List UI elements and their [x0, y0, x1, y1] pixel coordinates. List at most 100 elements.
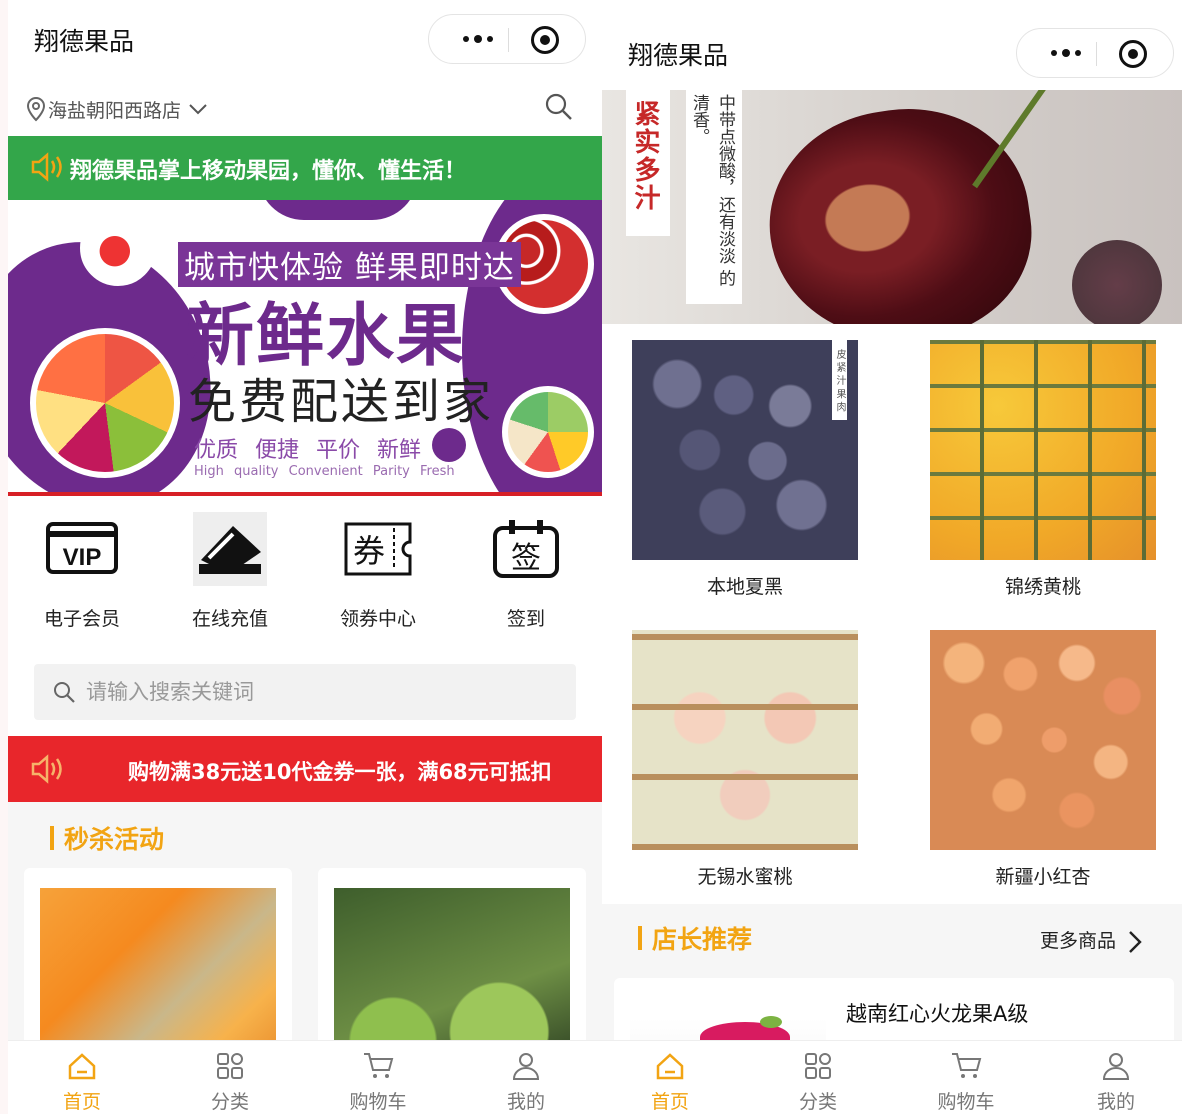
tab-home[interactable]: 首页	[620, 1049, 720, 1114]
shortcut-coupon[interactable]: 券 领券中心	[318, 512, 438, 631]
cherry-image	[755, 93, 1045, 324]
chevron-right-icon	[1129, 930, 1142, 953]
search-icon[interactable]	[544, 92, 574, 122]
home-icon	[620, 1049, 720, 1083]
credit-card-icon	[193, 512, 267, 586]
close-miniprogram-icon[interactable]	[531, 26, 559, 54]
app-title: 翔德果品	[628, 41, 729, 70]
category-icon	[768, 1049, 868, 1083]
section-title: 店长推荐	[637, 920, 752, 956]
promo-notice-text: 购物满38元送10代金券一张，满68元可抵扣	[128, 760, 552, 784]
yellow-peach-image	[930, 340, 1156, 560]
banner-line-4: 优质 便捷 平价 新鲜	[194, 438, 421, 463]
banner-line-3: 免费配送到家	[188, 374, 495, 430]
shortcut-label: 领券中心	[339, 608, 416, 630]
vip-card-icon: VIP	[45, 512, 119, 586]
product-name: 新疆小红杏	[995, 866, 1091, 888]
more-menu-icon[interactable]	[1037, 29, 1095, 77]
shortcut-label: 在线充值	[191, 608, 268, 630]
image-caption: 皮 紧 汁 果 肉	[832, 340, 847, 420]
search-input[interactable]	[86, 672, 546, 712]
nav-header: 翔德果品	[8, 0, 602, 86]
svg-text:VIP: VIP	[63, 544, 102, 571]
promo-banner[interactable]: 城市快体验 鲜果即时达 新鲜水果 免费配送到家 优质 便捷 平价 新鲜 High…	[8, 200, 602, 496]
product-card[interactable]: 无锡水蜜桃	[632, 630, 858, 889]
tab-cart[interactable]: 购物车	[328, 1049, 428, 1114]
promo-notice-bar: 购物满38元送10代金券一张，满68元可抵扣	[8, 736, 602, 802]
home-icon	[32, 1049, 132, 1083]
cart-icon	[328, 1049, 428, 1083]
speaker-icon	[31, 152, 62, 182]
store-location-bar[interactable]: 海盐朝阳西路店	[8, 86, 602, 136]
grape-image: 皮 紧 汁 果 肉	[632, 340, 858, 560]
left-screen: 翔德果品 海盐朝阳西路店 翔德果品掌上移动果园，懂你、懂生活！ 城市快体验 鲜果…	[8, 0, 602, 1114]
tab-me[interactable]: 我的	[476, 1049, 576, 1114]
user-icon	[476, 1049, 576, 1083]
announcement-text: 翔德果品掌上移动果园，懂你、懂生活！	[70, 159, 467, 184]
tab-label: 首页	[62, 1091, 101, 1113]
calendar-sign-icon: 签	[489, 512, 563, 586]
recommend-section-header: 店长推荐 更多商品	[602, 904, 1182, 974]
salad-image	[502, 386, 594, 478]
shortcut-grid: VIP 电子会员 在线充值 券 领券中心 签 签到	[8, 500, 602, 650]
close-miniprogram-icon[interactable]	[1119, 40, 1147, 68]
chevron-down-icon	[189, 104, 207, 115]
apricot-image	[930, 630, 1156, 850]
product-card[interactable]: 锦绣黄桃	[930, 340, 1156, 599]
tab-label: 首页	[650, 1091, 689, 1113]
tab-label: 购物车	[349, 1091, 407, 1113]
tab-bar: 首页 分类 购物车 我的	[8, 1040, 602, 1114]
shortcut-vip[interactable]: VIP 电子会员	[22, 512, 142, 631]
miniprogram-capsule	[428, 14, 586, 64]
shortcut-signin[interactable]: 签 签到	[466, 512, 586, 631]
tab-label: 分类	[210, 1091, 249, 1113]
product-name: 本地夏黑	[706, 576, 783, 598]
flash-sale-card[interactable]	[318, 868, 586, 1068]
store-name: 海盐朝阳西路店	[48, 100, 182, 122]
banner-caption-text: 中带点微酸，还有淡淡 的清香。	[686, 90, 742, 304]
flash-sale-card[interactable]	[24, 868, 292, 1068]
shortcut-label: 电子会员	[43, 608, 120, 630]
shortcut-recharge[interactable]: 在线充值	[170, 512, 290, 631]
apple-image	[80, 210, 156, 286]
banner-line-5: High quality Convenient Parity Fresh	[194, 464, 455, 479]
tab-category[interactable]: 分类	[768, 1049, 868, 1114]
tab-category[interactable]: 分类	[180, 1049, 280, 1114]
tab-home[interactable]: 首页	[32, 1049, 132, 1114]
speaker-icon	[31, 754, 62, 784]
tab-label: 我的	[1096, 1091, 1135, 1113]
tab-label: 分类	[798, 1091, 837, 1113]
svg-text:券: 券	[353, 532, 385, 570]
user-icon	[1066, 1049, 1166, 1083]
tab-bar: 首页 分类 购物车 我的	[602, 1040, 1182, 1114]
tab-me[interactable]: 我的	[1066, 1049, 1166, 1114]
miniprogram-capsule	[1016, 28, 1174, 78]
more-products-link[interactable]: 更多商品	[1040, 926, 1142, 954]
tab-label: 购物车	[937, 1091, 995, 1113]
search-bar[interactable]	[34, 664, 576, 720]
fruit-platter-image	[30, 328, 180, 478]
product-card[interactable]: 皮 紧 汁 果 肉 本地夏黑	[632, 340, 858, 599]
category-icon	[180, 1049, 280, 1083]
svg-text:签: 签	[511, 541, 541, 576]
section-title: 秒杀活动	[49, 820, 164, 856]
right-screen: 翔德果品 紧实多汁 中带点微酸，还有淡淡 的清香。 皮 紧 汁 果 肉 本地夏黑…	[602, 0, 1182, 1114]
shortcut-label: 签到	[506, 608, 545, 630]
product-grid: 皮 紧 汁 果 肉 本地夏黑 锦绣黄桃 无锡水蜜桃 新疆小红杏	[602, 324, 1182, 904]
product-card[interactable]: 新疆小红杏	[930, 630, 1156, 889]
tab-cart[interactable]: 购物车	[916, 1049, 1016, 1114]
banner-caption-col1: 中带点微酸，还有淡淡	[715, 94, 735, 264]
more-menu-icon[interactable]	[449, 15, 507, 63]
product-name: 无锡水蜜桃	[697, 866, 793, 888]
tab-label: 我的	[506, 1091, 545, 1113]
recommend-item[interactable]: 越南红心火龙果A级	[614, 978, 1174, 1048]
location-pin-icon	[26, 96, 46, 122]
coupon-icon: 券	[341, 512, 415, 586]
announcement-bar: 翔德果品掌上移动果园，懂你、懂生活！	[8, 136, 602, 200]
cherry-banner[interactable]: 紧实多汁 中带点微酸，还有淡淡 的清香。	[602, 90, 1182, 324]
recommend-item-name: 越南红心火龙果A级	[846, 1002, 1029, 1026]
product-name: 锦绣黄桃	[1004, 576, 1081, 598]
more-products-label: 更多商品	[1039, 930, 1116, 952]
honey-peach-image	[632, 630, 858, 850]
nav-header: 翔德果品	[602, 0, 1182, 90]
